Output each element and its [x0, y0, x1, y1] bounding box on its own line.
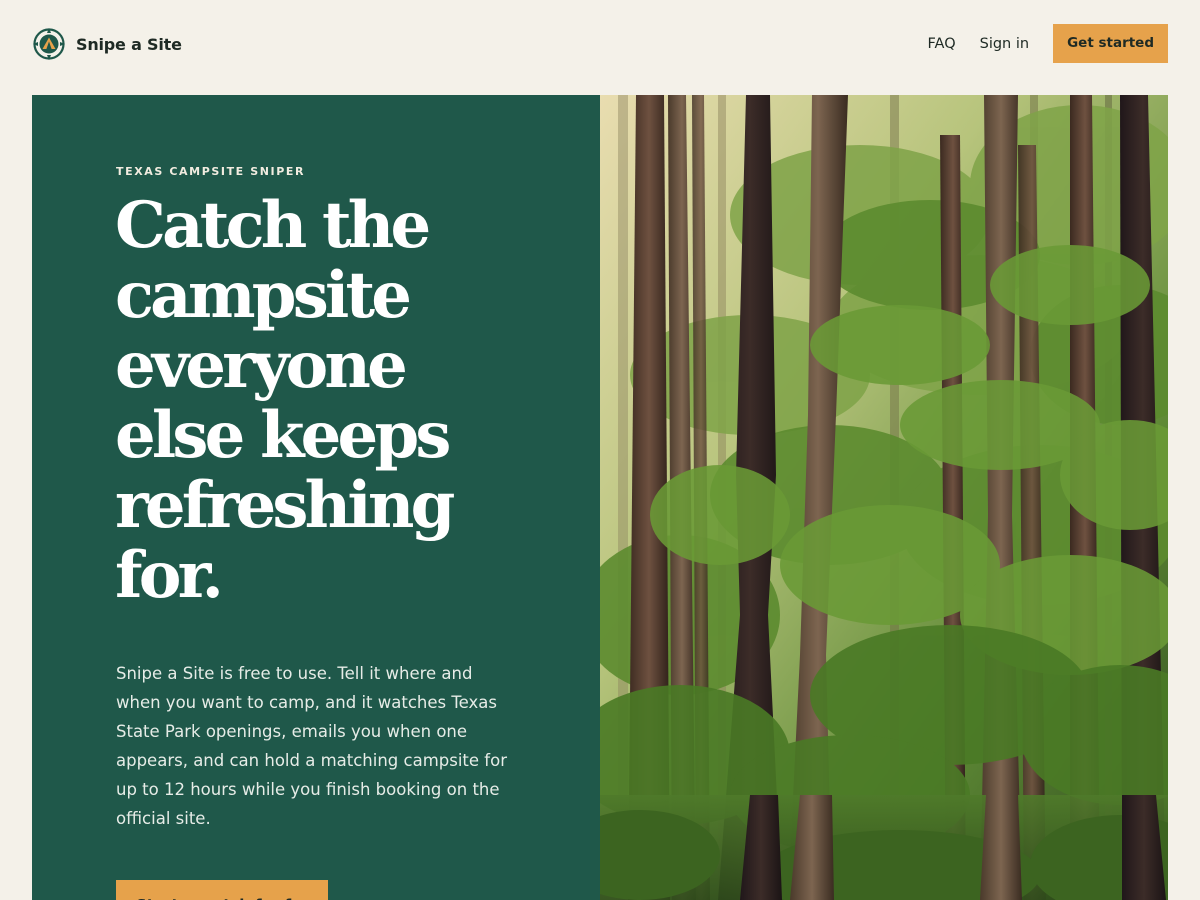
brand-name: Snipe a Site — [76, 34, 182, 54]
start-watch-button[interactable]: Start a watch for free — [116, 880, 328, 900]
hero-headline: Catch the campsite everyone else keeps r… — [115, 188, 455, 613]
brand-link[interactable]: Snipe a Site — [32, 27, 182, 61]
top-nav: FAQ Sign in Get started — [928, 24, 1168, 63]
compass-tent-logo-icon — [32, 27, 66, 61]
get-started-button[interactable]: Get started — [1053, 24, 1168, 63]
forest-photo — [600, 95, 1168, 900]
site-header: Snipe a Site FAQ Sign in Get started — [0, 0, 1200, 88]
nav-signin-link[interactable]: Sign in — [980, 36, 1029, 52]
nav-faq-link[interactable]: FAQ — [928, 36, 956, 52]
hero-panel: TEXAS CAMPSITE SNIPER Catch the campsite… — [32, 95, 600, 900]
forest-illustration — [600, 95, 1168, 900]
hero-eyebrow: TEXAS CAMPSITE SNIPER — [116, 165, 306, 178]
hero-intro-text: Snipe a Site is free to use. Tell it whe… — [116, 664, 507, 828]
